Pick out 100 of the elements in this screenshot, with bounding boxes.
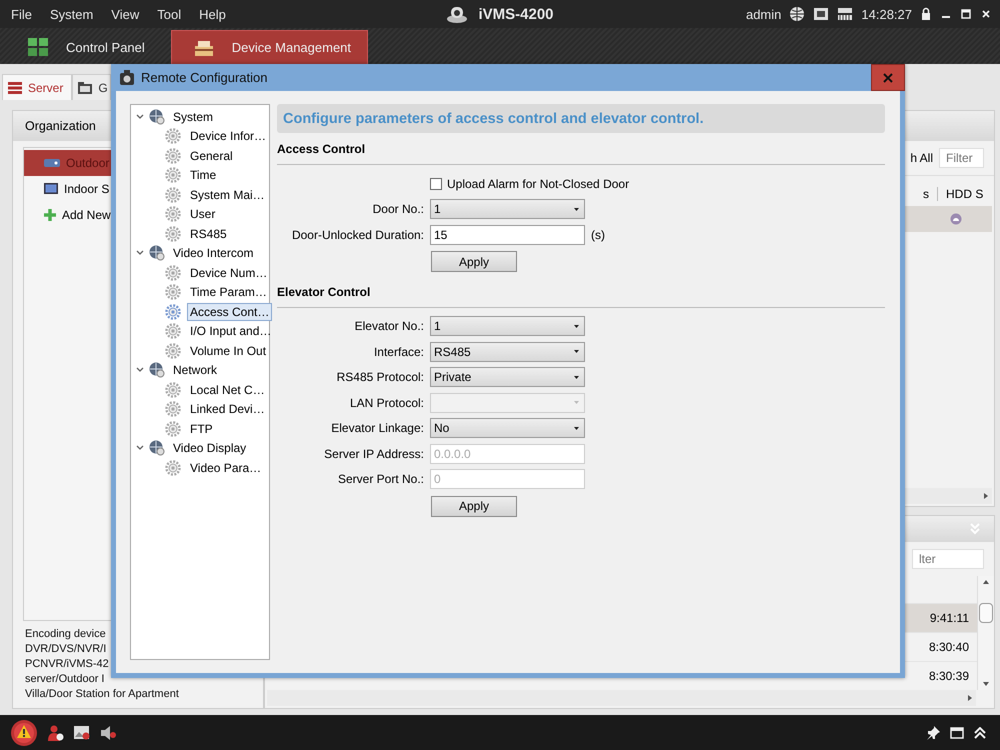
- globe-icon[interactable]: [789, 6, 806, 22]
- tree-item[interactable]: General: [187, 146, 236, 165]
- gear-icon: [165, 128, 181, 144]
- speaker-icon[interactable]: [100, 724, 116, 740]
- tree-item[interactable]: Device Num…: [187, 264, 270, 282]
- chevron-down-icon[interactable]: [136, 445, 144, 452]
- dropdown-arrow-icon: [574, 376, 579, 379]
- tree-item[interactable]: FTP: [187, 420, 216, 438]
- scroll-thumb[interactable]: [979, 603, 993, 623]
- field-label: Door No.:: [372, 202, 424, 216]
- tree-item[interactable]: Video Display: [170, 439, 250, 458]
- dropdown[interactable]: 1: [430, 199, 585, 220]
- gear-icon: [165, 342, 181, 359]
- tree-item[interactable]: User: [187, 205, 218, 224]
- sub-tab[interactable]: Server: [2, 74, 72, 100]
- globe-gear-icon: [149, 245, 165, 262]
- menu-item[interactable]: System: [40, 6, 102, 22]
- field-label: Server Port No.:: [336, 472, 424, 486]
- menu-item[interactable]: Help: [190, 6, 235, 22]
- dropdown[interactable]: No: [430, 418, 585, 438]
- filter-field[interactable]: lter: [912, 549, 984, 569]
- tree-item[interactable]: Time: [187, 166, 220, 184]
- tree-item[interactable]: Time Param…: [187, 283, 270, 302]
- apply-button[interactable]: Apply: [431, 496, 517, 516]
- unit-label: (s): [591, 228, 606, 242]
- dropdown[interactable]: RS485: [430, 342, 585, 362]
- tree-item[interactable]: Network: [170, 361, 220, 380]
- arrow-right-icon[interactable]: [984, 493, 988, 499]
- search-all-label[interactable]: h All: [910, 151, 933, 165]
- description-text: Encoding device DVR/DVS/NVR/I PCNVR/iVMS-42 server/Outdoor I Villa/Door Station for Apartment: [24, 627, 180, 702]
- menu-item[interactable]: Tool: [148, 6, 190, 22]
- dropdown-arrow-icon: [574, 208, 579, 211]
- dropdown-arrow-icon: [574, 426, 579, 430]
- tree-item[interactable]: Video Para…: [187, 458, 264, 477]
- camera-icon: [446, 4, 468, 24]
- field-label: Elevator Linkage:: [330, 421, 424, 436]
- column-header: HDD S: [937, 187, 994, 201]
- main-tab[interactable]: Control Panel: [6, 30, 161, 64]
- dropdown-arrow-icon: [574, 350, 579, 354]
- tree-item[interactable]: Video Intercom: [170, 244, 256, 262]
- log-row[interactable]: 9:41:11: [905, 603, 977, 632]
- person-alert-icon[interactable]: [48, 724, 64, 740]
- dropdown-arrow-icon: [574, 401, 579, 404]
- dropdown[interactable]: 1: [430, 316, 585, 336]
- close-icon[interactable]: [980, 8, 992, 20]
- pin-icon[interactable]: [926, 726, 940, 740]
- arrow-down-icon[interactable]: [983, 682, 989, 686]
- warning-icon[interactable]: [10, 718, 38, 746]
- menu-item[interactable]: File: [2, 6, 41, 22]
- gear-icon: [165, 264, 181, 281]
- menu-item[interactable]: View: [102, 6, 148, 22]
- arrow-right-icon[interactable]: [968, 695, 972, 701]
- tree-item[interactable]: Access Cont…: [187, 302, 272, 321]
- section-title: Elevator Control: [277, 284, 372, 300]
- server-icon: [8, 82, 22, 94]
- filter-field[interactable]: Filter: [939, 148, 984, 168]
- field-label: Interface:: [372, 344, 424, 359]
- apply-button[interactable]: Apply: [431, 251, 517, 272]
- sub-tab[interactable]: G: [72, 74, 111, 100]
- double-chevron-icon[interactable]: [974, 726, 986, 738]
- maximize-icon[interactable]: [960, 8, 972, 20]
- lock-icon[interactable]: [920, 7, 932, 21]
- input-field[interactable]: 15: [430, 224, 585, 245]
- arrow-up-icon[interactable]: [983, 580, 989, 584]
- horizontal-scrollbar[interactable]: [267, 690, 976, 706]
- device-type-item[interactable]: Indoor S: [24, 176, 112, 202]
- tree-item[interactable]: Volume In Out: [187, 342, 270, 360]
- gear-icon: [165, 148, 181, 164]
- close-button[interactable]: [871, 64, 905, 91]
- dropdown[interactable]: Private: [430, 367, 585, 388]
- tree-item[interactable]: Local Net C…: [187, 380, 268, 399]
- tree-item[interactable]: Linked Devi…: [187, 400, 268, 418]
- globe-gear-icon: [149, 362, 165, 378]
- chevron-down-icon[interactable]: [136, 250, 144, 256]
- plus-icon[interactable]: [44, 209, 56, 221]
- horizontal-scrollbar[interactable]: [904, 488, 992, 504]
- upload-alarm-checkbox[interactable]: Upload Alarm for Not-Closed Door: [430, 176, 885, 191]
- window-icon[interactable]: [950, 726, 964, 738]
- chevron-down-icon[interactable]: [136, 367, 144, 374]
- gear-icon: [165, 186, 181, 203]
- chip-icon[interactable]: [813, 7, 830, 21]
- main-tab[interactable]: Device Management: [170, 30, 368, 64]
- tree-item[interactable]: System Mai…: [187, 186, 268, 204]
- status-icon: [950, 213, 962, 225]
- toolbox-icon: [194, 38, 214, 56]
- clock-time: 14:28:27: [861, 6, 912, 22]
- gear-icon: [165, 401, 181, 418]
- window-title: Remote Configuration: [141, 70, 268, 85]
- field-label: Server IP Address:: [323, 446, 424, 461]
- grid-icon: [28, 38, 48, 56]
- user-name: admin: [746, 6, 782, 22]
- picture-alert-icon[interactable]: [74, 724, 90, 740]
- chevron-down-icon[interactable]: [136, 114, 144, 120]
- tree-item[interactable]: I/O Input and…: [187, 322, 274, 340]
- gear-icon: [165, 226, 181, 242]
- memory-icon[interactable]: [837, 6, 854, 22]
- gear-icon: [165, 460, 181, 476]
- tree-item[interactable]: RS485: [187, 224, 230, 243]
- device-type-item[interactable]: Add New: [24, 202, 112, 228]
- page-heading: Configure parameters of access control and elevator control.: [277, 104, 885, 133]
